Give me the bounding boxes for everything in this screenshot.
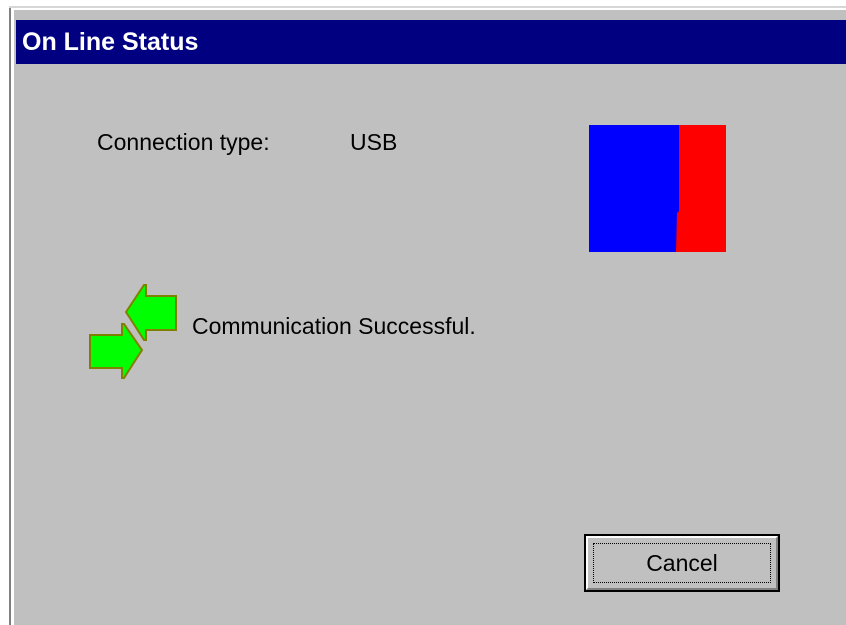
window-title: On Line Status — [22, 28, 199, 56]
arrow-right-icon — [89, 323, 144, 379]
communication-status-message: Communication Successful. — [192, 313, 476, 339]
indicator-red-section — [676, 125, 726, 252]
communication-arrows-icon — [89, 284, 177, 379]
status-indicator-graphic — [589, 125, 726, 252]
cancel-button-label: Cancel — [646, 550, 718, 576]
cancel-button[interactable]: Cancel — [584, 534, 780, 592]
window-left-edge — [9, 8, 11, 625]
indicator-blue-section — [589, 125, 681, 252]
arrow-left-icon — [124, 284, 177, 341]
connection-type-label: Connection type: — [97, 129, 270, 155]
connection-type-value: USB — [350, 129, 398, 155]
title-bar[interactable]: On Line Status — [16, 20, 846, 64]
